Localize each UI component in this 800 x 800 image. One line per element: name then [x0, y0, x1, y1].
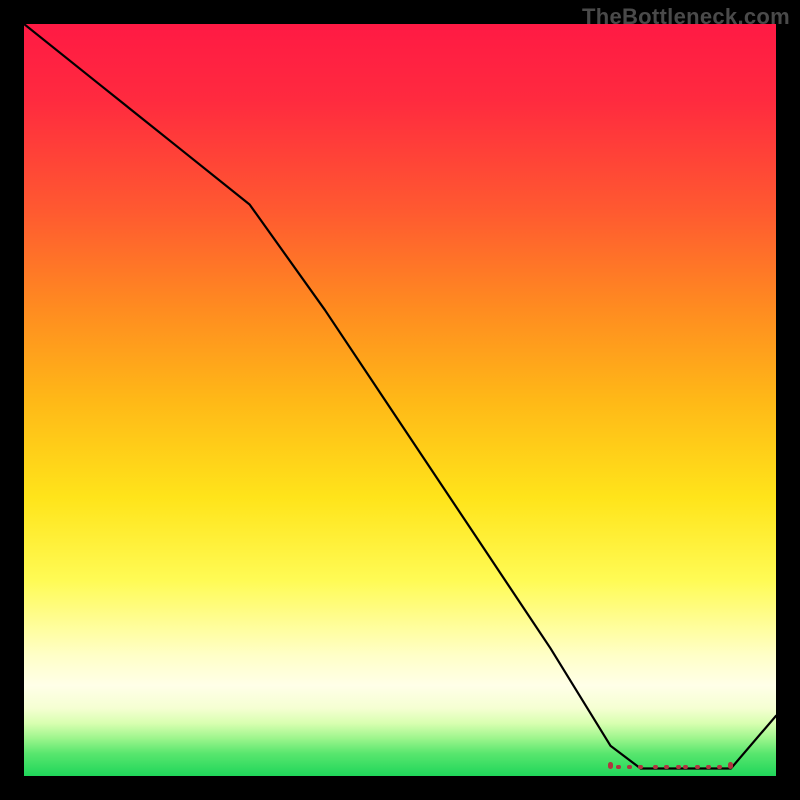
- plot-area: [24, 24, 776, 776]
- curve-path: [24, 24, 776, 769]
- watermark-text: TheBottleneck.com: [582, 4, 790, 30]
- chart-frame: TheBottleneck.com: [0, 0, 800, 800]
- line-curve: [24, 24, 776, 776]
